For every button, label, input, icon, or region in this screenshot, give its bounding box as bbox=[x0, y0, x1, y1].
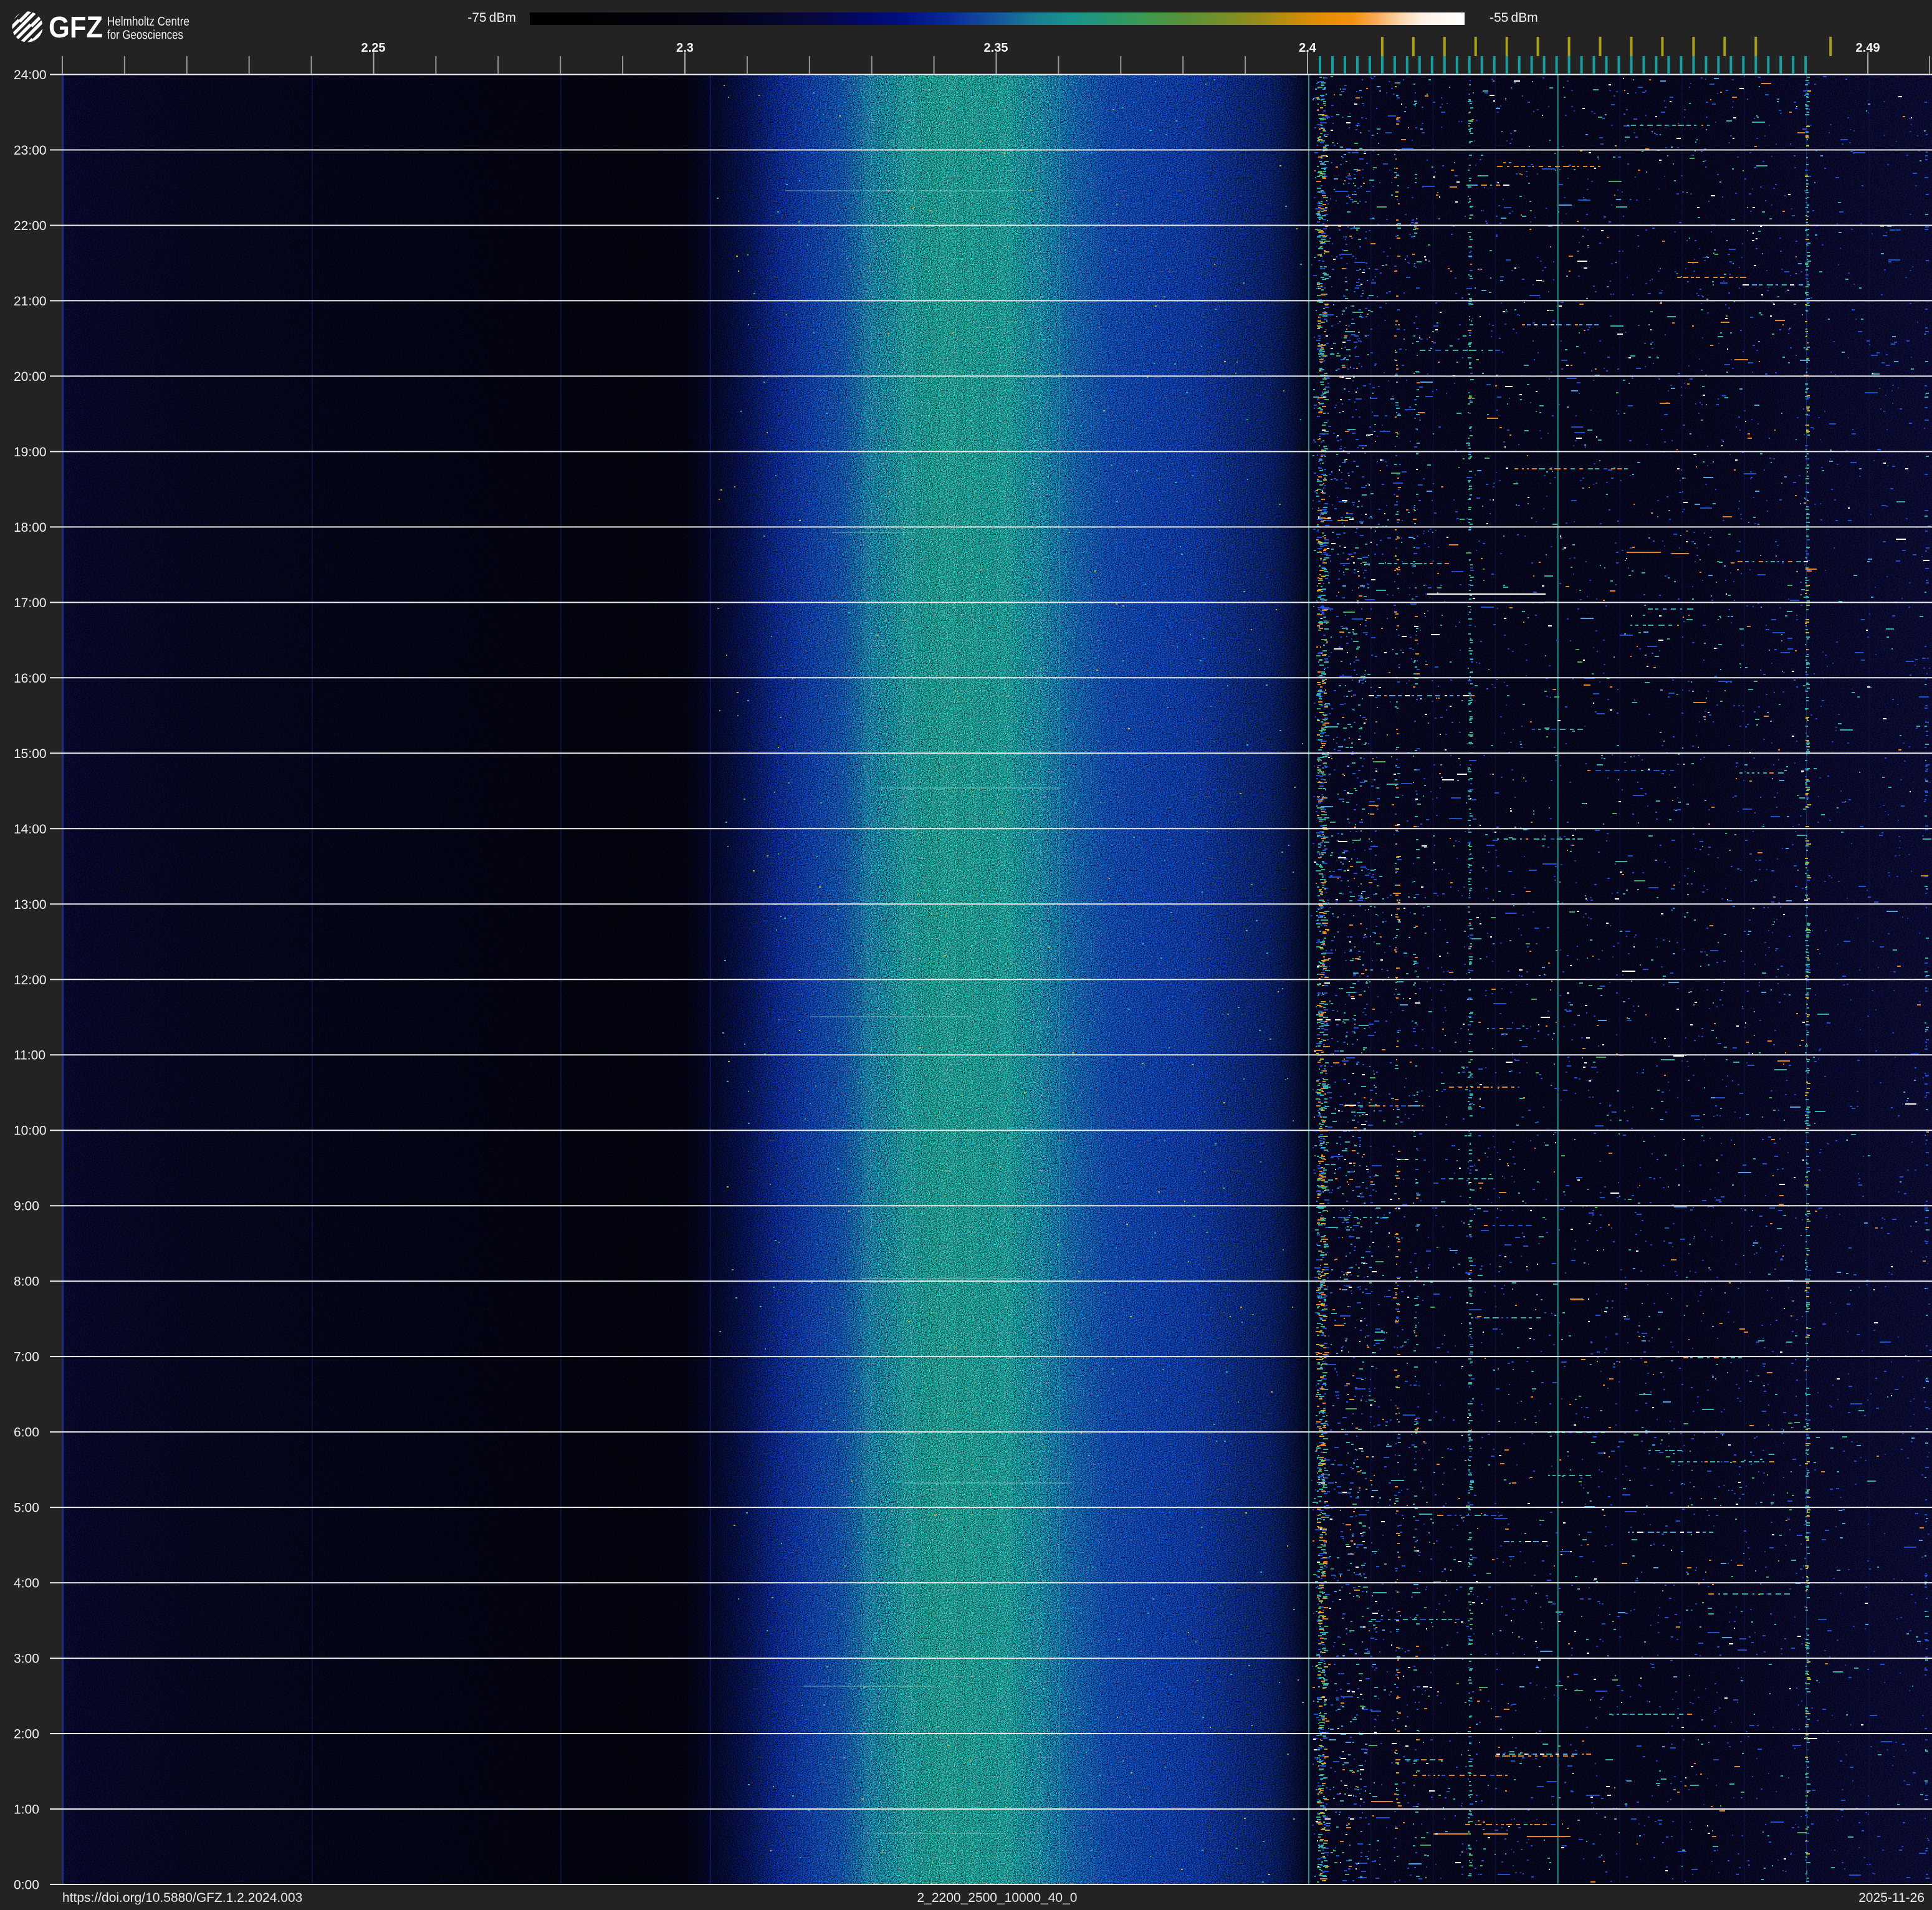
svg-text:2_2200_2500_10000_40_0: 2_2200_2500_10000_40_0 bbox=[917, 1891, 1078, 1905]
svg-text:13:00: 13:00 bbox=[14, 898, 47, 912]
svg-text:1:00: 1:00 bbox=[14, 1803, 39, 1817]
svg-text:19:00: 19:00 bbox=[14, 445, 47, 459]
svg-text:2025-11-26: 2025-11-26 bbox=[1858, 1891, 1925, 1905]
svg-text:Helmholtz Centre: Helmholtz Centre bbox=[107, 15, 189, 29]
svg-text:2:00: 2:00 bbox=[14, 1727, 39, 1742]
svg-text:GFZ: GFZ bbox=[49, 11, 103, 44]
svg-text:10:00: 10:00 bbox=[14, 1124, 47, 1138]
svg-text:14:00: 14:00 bbox=[14, 822, 47, 837]
svg-text:2.4: 2.4 bbox=[1299, 41, 1317, 55]
svg-text:17:00: 17:00 bbox=[14, 596, 47, 610]
svg-text:22:00: 22:00 bbox=[14, 219, 47, 233]
svg-text:11:00: 11:00 bbox=[14, 1049, 45, 1063]
svg-text:-55 dBm: -55 dBm bbox=[1490, 11, 1538, 25]
svg-text:for Geosciences: for Geosciences bbox=[107, 29, 183, 42]
svg-text:23:00: 23:00 bbox=[14, 143, 47, 158]
svg-text:24:00: 24:00 bbox=[14, 68, 47, 82]
svg-text:2.35: 2.35 bbox=[984, 41, 1008, 55]
svg-text:https://doi.org/10.5880/GFZ.1.: https://doi.org/10.5880/GFZ.1.2.2024.003 bbox=[62, 1891, 302, 1905]
svg-text:5:00: 5:00 bbox=[14, 1501, 39, 1515]
svg-text:16:00: 16:00 bbox=[14, 671, 47, 686]
svg-text:-75 dBm: -75 dBm bbox=[467, 11, 516, 25]
svg-text:9:00: 9:00 bbox=[14, 1199, 39, 1214]
svg-text:21:00: 21:00 bbox=[14, 294, 47, 309]
svg-text:4:00: 4:00 bbox=[14, 1576, 39, 1591]
svg-text:20:00: 20:00 bbox=[14, 370, 47, 384]
svg-text:2.49: 2.49 bbox=[1856, 41, 1880, 55]
svg-text:6:00: 6:00 bbox=[14, 1426, 39, 1440]
svg-text:12:00: 12:00 bbox=[14, 973, 47, 987]
svg-text:7:00: 7:00 bbox=[14, 1350, 39, 1365]
svg-text:2.25: 2.25 bbox=[361, 41, 386, 55]
svg-text:3:00: 3:00 bbox=[14, 1652, 39, 1666]
svg-text:2.3: 2.3 bbox=[676, 41, 694, 55]
svg-text:8:00: 8:00 bbox=[14, 1275, 39, 1289]
svg-text:18:00: 18:00 bbox=[14, 521, 47, 535]
svg-text:0:00: 0:00 bbox=[14, 1878, 39, 1893]
svg-text:15:00: 15:00 bbox=[14, 747, 47, 761]
